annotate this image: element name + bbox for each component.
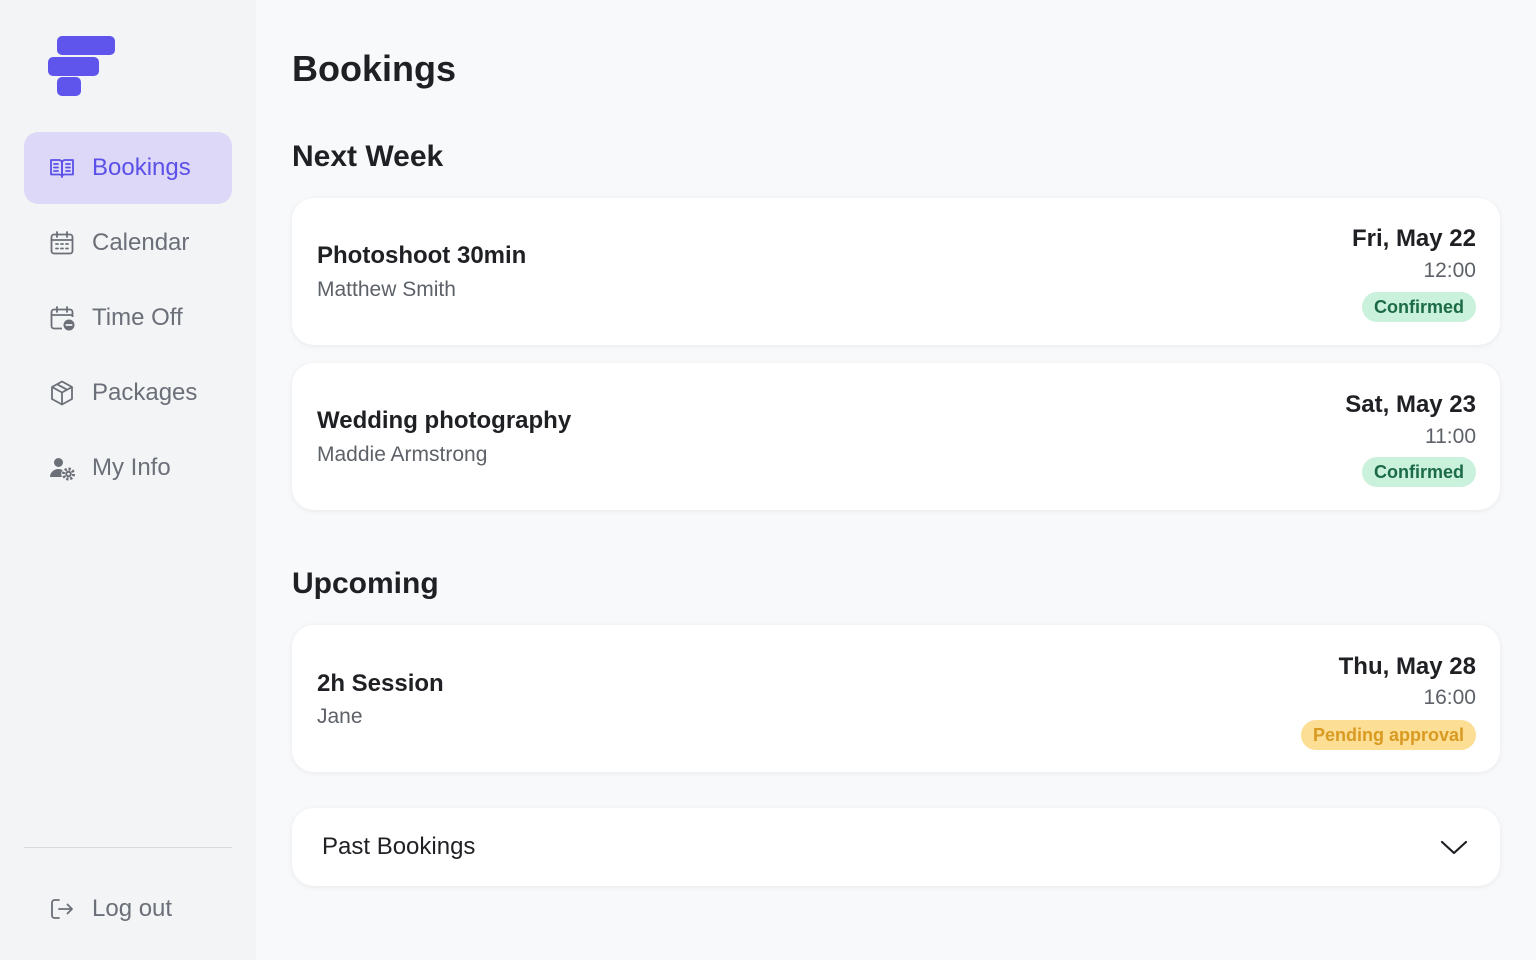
sidebar-item-label: Calendar: [92, 229, 190, 256]
booking-date: Fri, May 22: [1351, 225, 1476, 252]
sidebar-item-label: My Info: [92, 454, 171, 481]
booking-card[interactable]: Photoshoot 30min Matthew Smith Fri, May …: [292, 198, 1500, 345]
sidebar-item-label: Time Off: [92, 304, 183, 331]
sidebar-item-time-off[interactable]: Time Off: [24, 282, 232, 354]
status-badge: Confirmed: [1362, 292, 1476, 322]
package-icon: [48, 379, 76, 407]
booking-client: Jane: [317, 705, 363, 728]
section-title-upcoming: Upcoming: [292, 567, 439, 600]
user-gear-icon: [48, 454, 76, 482]
section-title-next-week: Next Week: [292, 140, 444, 173]
sidebar-item-packages[interactable]: Packages: [24, 357, 232, 429]
booking-date: Sat, May 23: [1345, 391, 1476, 418]
booking-title: Photoshoot 30min: [317, 242, 527, 269]
sidebar-item-label: Bookings: [92, 154, 191, 181]
calendar-icon: [48, 229, 76, 257]
booking-time: 12:00: [1423, 259, 1476, 282]
status-badge: Confirmed: [1362, 457, 1476, 487]
booking-client: Maddie Armstrong: [317, 443, 488, 466]
booking-time: 16:00: [1423, 686, 1476, 709]
booking-card[interactable]: Wedding photography Maddie Armstrong Sat…: [292, 363, 1500, 510]
logout-icon: [48, 895, 76, 923]
app-logo[interactable]: [48, 36, 116, 96]
sidebar-item-label: Packages: [92, 379, 198, 406]
sidebar-nav: Bookings Calendar Time Off Packages My I…: [24, 132, 232, 507]
calendar-minus-icon: [48, 304, 76, 332]
page-title: Bookings: [292, 48, 457, 89]
sidebar-item-bookings[interactable]: Bookings: [24, 132, 232, 204]
booking-title: 2h Session: [317, 670, 444, 697]
booking-date: Thu, May 28: [1338, 653, 1476, 680]
app: Bookings Calendar Time Off Packages My I…: [0, 0, 1536, 960]
booking-title: Wedding photography: [317, 407, 572, 434]
sidebar-divider: [24, 847, 232, 848]
status-badge: Pending approval: [1300, 720, 1476, 750]
book-open-icon: [48, 154, 76, 182]
chevron-down-icon: [1440, 840, 1468, 855]
logout-label: Log out: [92, 895, 173, 922]
past-bookings-label: Past Bookings: [322, 833, 476, 860]
sidebar-item-my-info[interactable]: My Info: [24, 432, 232, 504]
booking-client: Matthew Smith: [317, 278, 456, 301]
sidebar: Bookings Calendar Time Off Packages My I…: [0, 0, 256, 960]
logout-button[interactable]: Log out: [24, 874, 232, 944]
booking-card[interactable]: 2h Session Jane Thu, May 28 16:00 Pendin…: [292, 625, 1500, 772]
main-content: Bookings Next Week Photoshoot 30min Matt…: [256, 0, 1536, 960]
booking-time: 11:00: [1425, 425, 1476, 448]
sidebar-item-calendar[interactable]: Calendar: [24, 207, 232, 279]
past-bookings-toggle[interactable]: Past Bookings: [292, 808, 1500, 886]
